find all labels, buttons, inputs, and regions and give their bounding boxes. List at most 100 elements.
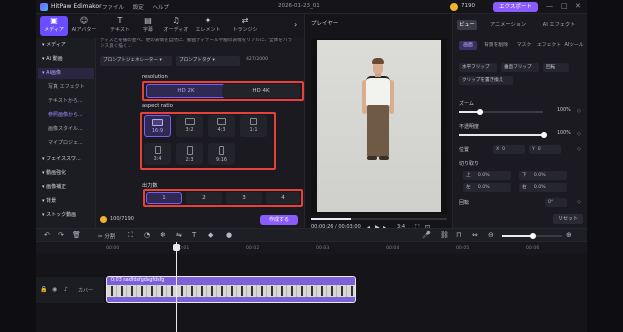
redo-icon[interactable]: ↷: [58, 231, 64, 239]
fit-icon[interactable]: ⇔: [472, 231, 478, 239]
flip-vertical-button[interactable]: 垂直フリップ: [501, 63, 539, 72]
output-option-3[interactable]: 3: [226, 192, 262, 204]
export-button[interactable]: エクスポート: [493, 2, 538, 12]
close-icon[interactable]: ✕: [575, 2, 581, 10]
ratio-option-2-3[interactable]: 2:3: [176, 143, 203, 165]
resolution-option-4k[interactable]: HD 4K: [222, 84, 300, 98]
tab-media[interactable]: ▣ メディア: [40, 16, 68, 36]
flip-horizontal-button[interactable]: 水平フリップ: [459, 63, 497, 72]
sidebar-item-stock-video[interactable]: ▾ ストック動画: [38, 210, 94, 221]
keyframe-icon[interactable]: ◇: [577, 146, 581, 152]
zoom-value[interactable]: 100%: [557, 108, 571, 113]
keyframe-icon[interactable]: ◇: [577, 108, 581, 114]
tab-audio[interactable]: ♫ オーディオ: [162, 16, 190, 36]
sidebar-item-face-swap[interactable]: ▾ フェイススワ...: [38, 154, 94, 165]
ratio-option-3-4[interactable]: 3:4: [144, 143, 171, 165]
menu-help[interactable]: ヘルプ: [153, 5, 170, 11]
lock-icon[interactable]: 🔒: [40, 286, 47, 293]
position-y-field[interactable]: Y 0: [529, 145, 561, 154]
sidebar-item-video-enhance[interactable]: ▾ 動画強化: [38, 168, 94, 179]
crop-right-field[interactable]: 右 0.0%: [519, 183, 567, 192]
subtab-remove-bg[interactable]: 背景を削除: [480, 41, 512, 50]
subtab-ai-tools[interactable]: AIツール: [563, 41, 585, 50]
replace-clip-button[interactable]: クリップを置き換え: [459, 76, 513, 85]
sidebar-item-my-projects[interactable]: マイプロジェ...: [38, 138, 94, 149]
menu-file[interactable]: ファイル: [102, 5, 124, 11]
tab-animation[interactable]: アニメーション: [487, 20, 529, 30]
resolution-option-2k[interactable]: HD 2K: [146, 84, 226, 98]
mute-icon[interactable]: ♪: [64, 286, 68, 293]
tab-subtitles[interactable]: ▤ 字幕: [134, 16, 162, 36]
sidebar-item-ai-image[interactable]: ▾ AI画像: [38, 68, 94, 79]
undo-icon[interactable]: ↶: [44, 231, 50, 239]
tab-ai-effect[interactable]: AI エフェクト: [539, 20, 579, 30]
sidebar-item-media[interactable]: ▾ メディア: [38, 40, 94, 51]
text-icon[interactable]: T: [192, 231, 196, 239]
opacity-value[interactable]: 100%: [557, 131, 571, 136]
rotate-button[interactable]: 回転: [543, 63, 569, 72]
record-icon[interactable]: ●: [226, 231, 232, 239]
crop-bottom-field[interactable]: 下 0.0%: [519, 171, 567, 180]
minimize-icon[interactable]: —: [546, 2, 553, 10]
output-option-2[interactable]: 2: [186, 192, 222, 204]
crop-top-field[interactable]: 上 0.0%: [463, 171, 511, 180]
rotate-field[interactable]: 0°: [545, 198, 567, 207]
mic-icon[interactable]: 🎤: [422, 231, 431, 239]
subtab-screen[interactable]: 画面: [459, 41, 477, 50]
ratio-option-3-2[interactable]: 3:2: [176, 115, 203, 137]
freeze-icon[interactable]: ❄: [160, 231, 166, 239]
crop-left-field[interactable]: 左 0.0%: [463, 183, 511, 192]
crop-icon[interactable]: ⛶: [128, 231, 133, 240]
ratio-option-4-3[interactable]: 4:3: [208, 115, 235, 137]
output-option-4[interactable]: 4: [266, 192, 300, 204]
sidebar-item-reference-image[interactable]: 参照画像から...: [38, 110, 94, 121]
tab-transitions[interactable]: ⇄ トランジシ: [228, 16, 262, 36]
link-icon[interactable]: ⛓: [440, 231, 449, 239]
sidebar-item-image-enhance[interactable]: ▾ 画像補正: [38, 182, 94, 193]
create-button[interactable]: 作成する: [260, 215, 298, 225]
reset-button[interactable]: リセット: [553, 214, 583, 224]
prompt-generator-dropdown[interactable]: プロンプトジェネレーター ▾: [100, 56, 172, 66]
sidebar-item-ai-video[interactable]: ▾ AI 動画: [38, 54, 94, 65]
menu-settings[interactable]: 設定: [133, 5, 144, 11]
position-x-field[interactable]: X 0: [493, 145, 525, 154]
sidebar-item-text-to-image[interactable]: テキストから...: [38, 96, 94, 107]
tab-text[interactable]: T テキスト: [106, 16, 134, 36]
ratio-option-16-9[interactable]: 16:9: [144, 115, 171, 137]
slider-knob[interactable]: [541, 132, 547, 138]
chevron-right-icon[interactable]: ›: [294, 20, 297, 29]
marker-icon[interactable]: ◆: [208, 231, 213, 239]
delete-icon[interactable]: 🗑: [72, 231, 81, 239]
maximize-icon[interactable]: □: [561, 2, 568, 10]
preview-scrubber[interactable]: [311, 218, 447, 220]
tab-ai-avatar[interactable]: ☺ AIアバター: [70, 16, 98, 36]
ratio-option-1-1[interactable]: 1:1: [240, 115, 267, 137]
zoom-in-icon[interactable]: ⊕: [566, 231, 572, 239]
opacity-slider[interactable]: [459, 132, 547, 138]
tab-view[interactable]: ビュー: [457, 20, 477, 30]
keyframe-icon[interactable]: ◇: [577, 199, 581, 205]
mirror-icon[interactable]: ⇋: [176, 231, 182, 239]
magnet-icon[interactable]: ⊓: [456, 231, 461, 239]
sidebar-item-background[interactable]: ▾ 背景: [38, 196, 94, 207]
split-button[interactable]: ✂ 分割: [98, 232, 115, 240]
subtab-mask[interactable]: マスク: [515, 41, 533, 50]
ratio-option-9-16[interactable]: 9:16: [208, 143, 235, 165]
preview-canvas[interactable]: [311, 38, 447, 214]
playhead[interactable]: [176, 242, 177, 332]
zoom-slider[interactable]: [459, 109, 543, 115]
sidebar-item-image-style[interactable]: 画像スタイル...: [38, 124, 94, 135]
sidebar-item-photo-effect[interactable]: 写真 エフェクト: [38, 82, 94, 93]
subtab-effect[interactable]: エフェクト: [537, 41, 561, 50]
keyframe-icon[interactable]: ◇: [577, 131, 581, 137]
prompt-template-dropdown[interactable]: プロンプトタグ ▾: [176, 56, 240, 66]
output-option-1[interactable]: 1: [146, 192, 182, 204]
speed-icon[interactable]: ◔: [144, 231, 150, 239]
zoom-out-icon[interactable]: ⊖: [488, 231, 494, 239]
eye-icon[interactable]: ◉: [52, 286, 57, 293]
tab-elements[interactable]: ✦ エレメント: [194, 16, 222, 36]
slider-knob[interactable]: [530, 233, 536, 239]
video-clip[interactable]: 0:03 sadfdsfgdsgfdsfg: [106, 276, 356, 303]
slider-knob[interactable]: [477, 109, 483, 115]
timeline-zoom-slider[interactable]: [502, 233, 562, 239]
